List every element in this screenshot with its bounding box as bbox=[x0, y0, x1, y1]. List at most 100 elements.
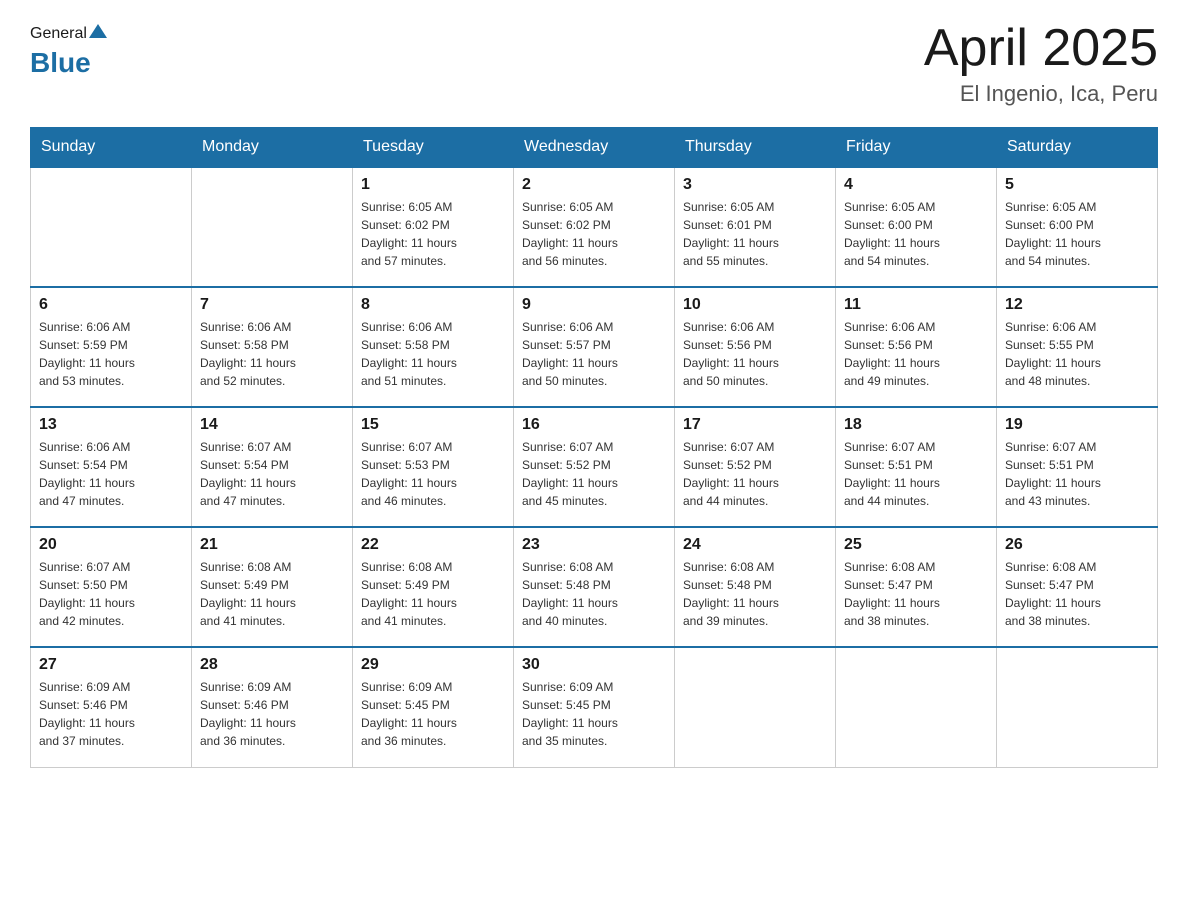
calendar-cell: 2 Sunrise: 6:05 AM Sunset: 6:02 PM Daylig… bbox=[514, 167, 675, 287]
day-number: 4 bbox=[844, 176, 988, 194]
day-number: 10 bbox=[683, 296, 827, 314]
calendar-cell: 7 Sunrise: 6:06 AM Sunset: 5:58 PM Daylig… bbox=[192, 287, 353, 407]
day-info: Sunrise: 6:06 AM Sunset: 5:58 PM Dayligh… bbox=[200, 318, 344, 390]
calendar-cell: 9 Sunrise: 6:06 AM Sunset: 5:57 PM Daylig… bbox=[514, 287, 675, 407]
logo: General bbox=[30, 20, 111, 47]
day-info: Sunrise: 6:08 AM Sunset: 5:49 PM Dayligh… bbox=[200, 558, 344, 630]
day-info: Sunrise: 6:06 AM Sunset: 5:57 PM Dayligh… bbox=[522, 318, 666, 390]
day-number: 2 bbox=[522, 176, 666, 194]
day-info: Sunrise: 6:06 AM Sunset: 5:58 PM Dayligh… bbox=[361, 318, 505, 390]
day-number: 26 bbox=[1005, 536, 1149, 554]
calendar-week-row: 1 Sunrise: 6:05 AM Sunset: 6:02 PM Daylig… bbox=[31, 167, 1158, 287]
calendar-header-row: SundayMondayTuesdayWednesdayThursdayFrid… bbox=[31, 128, 1158, 168]
day-number: 6 bbox=[39, 296, 183, 314]
calendar-cell: 3 Sunrise: 6:05 AM Sunset: 6:01 PM Daylig… bbox=[675, 167, 836, 287]
day-number: 18 bbox=[844, 416, 988, 434]
day-info: Sunrise: 6:05 AM Sunset: 6:02 PM Dayligh… bbox=[522, 198, 666, 270]
day-info: Sunrise: 6:09 AM Sunset: 5:46 PM Dayligh… bbox=[39, 678, 183, 750]
day-number: 1 bbox=[361, 176, 505, 194]
calendar-cell: 28Sunrise: 6:09 AM Sunset: 5:46 PM Dayli… bbox=[192, 647, 353, 767]
calendar-cell: 18 Sunrise: 6:07 AM Sunset: 5:51 PM Dayli… bbox=[836, 407, 997, 527]
calendar-header-sunday: Sunday bbox=[31, 128, 192, 168]
day-info: Sunrise: 6:09 AM Sunset: 5:46 PM Dayligh… bbox=[200, 678, 344, 750]
day-info: Sunrise: 6:08 AM Sunset: 5:48 PM Dayligh… bbox=[683, 558, 827, 630]
calendar-cell: 24Sunrise: 6:08 AM Sunset: 5:48 PM Dayli… bbox=[675, 527, 836, 647]
day-info: Sunrise: 6:06 AM Sunset: 5:56 PM Dayligh… bbox=[683, 318, 827, 390]
day-info: Sunrise: 6:09 AM Sunset: 5:45 PM Dayligh… bbox=[522, 678, 666, 750]
day-info: Sunrise: 6:06 AM Sunset: 5:56 PM Dayligh… bbox=[844, 318, 988, 390]
day-info: Sunrise: 6:05 AM Sunset: 6:00 PM Dayligh… bbox=[844, 198, 988, 270]
title-area: April 2025 El Ingenio, Ica, Peru bbox=[924, 20, 1158, 107]
calendar-cell bbox=[997, 647, 1158, 767]
calendar-cell bbox=[31, 167, 192, 287]
calendar-location: El Ingenio, Ica, Peru bbox=[924, 81, 1158, 107]
day-number: 3 bbox=[683, 176, 827, 194]
day-info: Sunrise: 6:06 AM Sunset: 5:59 PM Dayligh… bbox=[39, 318, 183, 390]
calendar-cell: 16Sunrise: 6:07 AM Sunset: 5:52 PM Dayli… bbox=[514, 407, 675, 527]
day-info: Sunrise: 6:05 AM Sunset: 6:00 PM Dayligh… bbox=[1005, 198, 1149, 270]
header: General Blue April 2025 El Ingenio, Ica,… bbox=[30, 20, 1158, 107]
day-number: 22 bbox=[361, 536, 505, 554]
day-info: Sunrise: 6:07 AM Sunset: 5:51 PM Dayligh… bbox=[1005, 438, 1149, 510]
calendar-cell: 15Sunrise: 6:07 AM Sunset: 5:53 PM Dayli… bbox=[353, 407, 514, 527]
day-number: 13 bbox=[39, 416, 183, 434]
calendar-week-row: 20Sunrise: 6:07 AM Sunset: 5:50 PM Dayli… bbox=[31, 527, 1158, 647]
calendar-cell bbox=[675, 647, 836, 767]
day-number: 14 bbox=[200, 416, 344, 434]
calendar-cell bbox=[836, 647, 997, 767]
day-info: Sunrise: 6:06 AM Sunset: 5:55 PM Dayligh… bbox=[1005, 318, 1149, 390]
day-info: Sunrise: 6:08 AM Sunset: 5:47 PM Dayligh… bbox=[844, 558, 988, 630]
calendar-table: SundayMondayTuesdayWednesdayThursdayFrid… bbox=[30, 127, 1158, 768]
day-info: Sunrise: 6:08 AM Sunset: 5:49 PM Dayligh… bbox=[361, 558, 505, 630]
calendar-cell: 29 Sunrise: 6:09 AM Sunset: 5:45 PM Dayli… bbox=[353, 647, 514, 767]
calendar-header-friday: Friday bbox=[836, 128, 997, 168]
day-number: 23 bbox=[522, 536, 666, 554]
calendar-title: April 2025 bbox=[924, 20, 1158, 77]
day-number: 11 bbox=[844, 296, 988, 314]
logo-blue-text: Blue bbox=[30, 47, 91, 79]
calendar-cell: 10 Sunrise: 6:06 AM Sunset: 5:56 PM Dayli… bbox=[675, 287, 836, 407]
day-info: Sunrise: 6:08 AM Sunset: 5:48 PM Dayligh… bbox=[522, 558, 666, 630]
calendar-cell: 17 Sunrise: 6:07 AM Sunset: 5:52 PM Dayli… bbox=[675, 407, 836, 527]
day-number: 5 bbox=[1005, 176, 1149, 194]
day-info: Sunrise: 6:07 AM Sunset: 5:50 PM Dayligh… bbox=[39, 558, 183, 630]
calendar-cell: 14 Sunrise: 6:07 AM Sunset: 5:54 PM Dayli… bbox=[192, 407, 353, 527]
day-info: Sunrise: 6:05 AM Sunset: 6:01 PM Dayligh… bbox=[683, 198, 827, 270]
logo-triangle-icon bbox=[87, 20, 109, 47]
day-number: 27 bbox=[39, 656, 183, 674]
calendar-header-thursday: Thursday bbox=[675, 128, 836, 168]
day-info: Sunrise: 6:07 AM Sunset: 5:52 PM Dayligh… bbox=[522, 438, 666, 510]
calendar-cell: 8Sunrise: 6:06 AM Sunset: 5:58 PM Daylig… bbox=[353, 287, 514, 407]
day-number: 19 bbox=[1005, 416, 1149, 434]
calendar-week-row: 13 Sunrise: 6:06 AM Sunset: 5:54 PM Dayli… bbox=[31, 407, 1158, 527]
day-info: Sunrise: 6:07 AM Sunset: 5:54 PM Dayligh… bbox=[200, 438, 344, 510]
calendar-cell: 23 Sunrise: 6:08 AM Sunset: 5:48 PM Dayli… bbox=[514, 527, 675, 647]
day-info: Sunrise: 6:06 AM Sunset: 5:54 PM Dayligh… bbox=[39, 438, 183, 510]
calendar-cell: 13 Sunrise: 6:06 AM Sunset: 5:54 PM Dayli… bbox=[31, 407, 192, 527]
day-number: 7 bbox=[200, 296, 344, 314]
calendar-cell: 19 Sunrise: 6:07 AM Sunset: 5:51 PM Dayli… bbox=[997, 407, 1158, 527]
day-number: 17 bbox=[683, 416, 827, 434]
day-info: Sunrise: 6:05 AM Sunset: 6:02 PM Dayligh… bbox=[361, 198, 505, 270]
calendar-cell bbox=[192, 167, 353, 287]
day-info: Sunrise: 6:07 AM Sunset: 5:51 PM Dayligh… bbox=[844, 438, 988, 510]
calendar-cell: 26Sunrise: 6:08 AM Sunset: 5:47 PM Dayli… bbox=[997, 527, 1158, 647]
calendar-cell: 20Sunrise: 6:07 AM Sunset: 5:50 PM Dayli… bbox=[31, 527, 192, 647]
calendar-header-saturday: Saturday bbox=[997, 128, 1158, 168]
logo-general-text: General bbox=[30, 25, 87, 43]
calendar-week-row: 27 Sunrise: 6:09 AM Sunset: 5:46 PM Dayli… bbox=[31, 647, 1158, 767]
day-number: 25 bbox=[844, 536, 988, 554]
calendar-cell: 22 Sunrise: 6:08 AM Sunset: 5:49 PM Dayli… bbox=[353, 527, 514, 647]
calendar-cell: 25 Sunrise: 6:08 AM Sunset: 5:47 PM Dayli… bbox=[836, 527, 997, 647]
day-info: Sunrise: 6:09 AM Sunset: 5:45 PM Dayligh… bbox=[361, 678, 505, 750]
day-number: 21 bbox=[200, 536, 344, 554]
day-info: Sunrise: 6:07 AM Sunset: 5:52 PM Dayligh… bbox=[683, 438, 827, 510]
calendar-cell: 6 Sunrise: 6:06 AM Sunset: 5:59 PM Daylig… bbox=[31, 287, 192, 407]
calendar-header-tuesday: Tuesday bbox=[353, 128, 514, 168]
day-number: 29 bbox=[361, 656, 505, 674]
calendar-cell: 21 Sunrise: 6:08 AM Sunset: 5:49 PM Dayli… bbox=[192, 527, 353, 647]
calendar-cell: 5 Sunrise: 6:05 AM Sunset: 6:00 PM Daylig… bbox=[997, 167, 1158, 287]
day-number: 9 bbox=[522, 296, 666, 314]
calendar-header-monday: Monday bbox=[192, 128, 353, 168]
calendar-cell: 4 Sunrise: 6:05 AM Sunset: 6:00 PM Daylig… bbox=[836, 167, 997, 287]
